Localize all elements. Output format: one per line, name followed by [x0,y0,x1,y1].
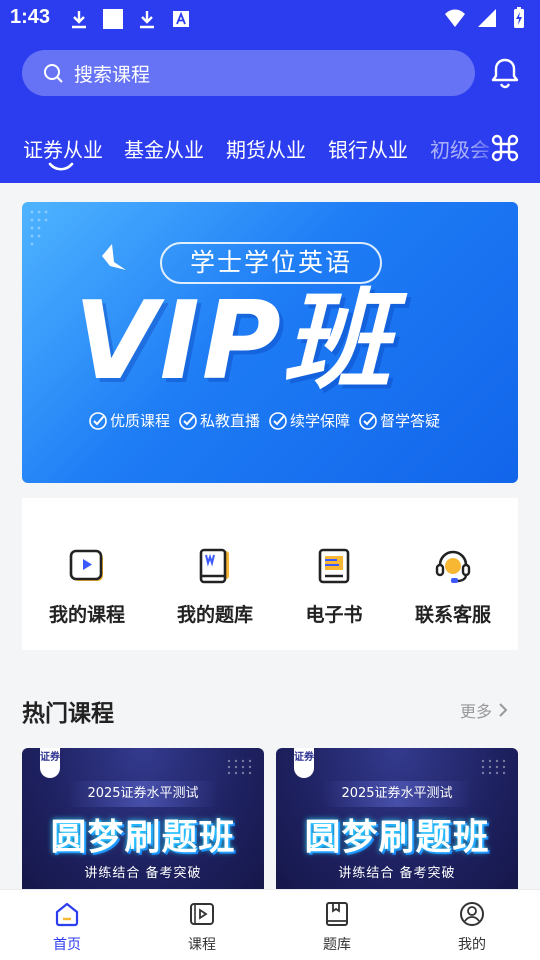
banner-headline: VIP班 [74,279,393,404]
course-title: 圆梦刷题班 [304,817,490,858]
quick-link-label: 我的课程 [48,604,125,626]
status-icons-left [68,8,192,30]
hot-courses-title: 热门课程 [22,701,114,727]
quick-link-label: 我的题库 [176,604,253,626]
quick-link-my-courses[interactable]: 我的课程 [25,546,149,627]
command-grid-icon[interactable] [490,133,520,163]
video-course-icon [69,549,103,581]
nav-question-bank[interactable]: 题库 [297,900,377,954]
search-placeholder: 搜索课程 [74,63,151,86]
profile-icon [460,902,484,926]
course-icon [190,903,214,925]
headset-icon [435,550,471,583]
search-bar[interactable]: 搜索课程 [22,50,475,96]
quick-link-label: 联系客服 [414,604,491,626]
tab-fund[interactable]: 基金从业 [124,134,204,163]
banner-leaf-decoration [102,244,126,270]
course-footer: 讲练结合 备考突破 [338,866,456,881]
battery-charging-icon [514,7,524,28]
nav-label: 题库 [323,937,351,953]
tab-securities[interactable]: 证券从业 [23,134,103,163]
ebook-icon [318,548,350,584]
tab-active-indicator [48,162,74,171]
nav-courses[interactable]: 课程 [162,900,242,954]
banner-feature: 私教直播 [178,410,260,431]
course-footer: 讲练结合 备考突破 [84,866,202,881]
category-tabs: 证券从业 基金从业 期货从业 银行从业 初级会 [0,128,540,173]
check-badge-icon [89,411,107,430]
check-badge-icon [179,411,197,430]
quick-link-my-question-bank[interactable]: 我的题库 [153,546,277,627]
quick-link-label: 电子书 [305,604,363,626]
banner-subject-pill: 学士学位英语 [160,242,382,284]
course-tag: 证券 [40,748,60,778]
card-dots-decoration [227,759,252,775]
quick-link-customer-service[interactable]: 联系客服 [391,546,515,627]
card-dots-decoration [481,759,506,775]
course-card[interactable]: 证券 2025证券水平测试 圆梦刷题班 讲练结合 备考突破 [276,748,518,890]
nav-label: 课程 [188,937,216,953]
promo-banner[interactable]: 学士学位英语 VIP班 优质课程 私教直播 续学保障 督学答疑 [22,202,518,483]
quick-link-ebook[interactable]: 电子书 [272,546,396,627]
check-badge-icon [359,411,377,430]
bell-icon[interactable] [490,57,520,89]
a-icon [173,11,189,27]
status-time: 1:43 [10,6,51,28]
question-book-icon [199,548,229,584]
download-icon [72,11,86,29]
bottom-nav: 首页 课程 题库 我的 [0,889,540,960]
header: 1:43 搜索课程 证券从业 基金从业 期货从业 银行从业 初级会 [0,0,540,183]
home-icon [55,902,79,927]
nav-home[interactable]: 首页 [27,900,107,954]
status-icons-right [444,7,530,29]
quick-links: 我的课程 我的题库 电子书 联系客服 [22,498,518,650]
course-tag: 证券 [294,748,314,778]
wifi-icon [445,9,465,27]
download-icon [140,11,154,29]
course-subtitle: 2025证券水平测试 [68,781,218,807]
check-badge-icon [269,411,287,430]
banner-feature: 续学保障 [268,410,350,431]
signal-icon [478,9,496,27]
status-bar: 1:43 [0,0,540,36]
nav-label: 首页 [53,937,81,953]
nav-profile[interactable]: 我的 [432,900,512,954]
banner-feature: 督学答疑 [358,410,440,431]
banner-features: 优质课程 私教直播 续学保障 督学答疑 [88,410,440,431]
course-card[interactable]: 证券 2025证券水平测试 圆梦刷题班 讲练结合 备考突破 [22,748,264,890]
course-title: 圆梦刷题班 [50,817,236,858]
banner-dots-decoration [30,210,48,246]
banner-feature: 优质课程 [88,410,170,431]
square-icon [103,9,123,29]
tab-bank[interactable]: 银行从业 [328,134,408,163]
nav-label: 我的 [458,937,486,953]
more-label: 更多 [460,702,493,721]
chevron-right-icon [499,703,508,717]
course-subtitle: 2025证券水平测试 [322,781,472,807]
tab-futures[interactable]: 期货从业 [226,134,306,163]
more-link[interactable]: 更多 [460,698,510,722]
question-bank-icon [326,902,348,926]
search-icon [44,64,63,83]
